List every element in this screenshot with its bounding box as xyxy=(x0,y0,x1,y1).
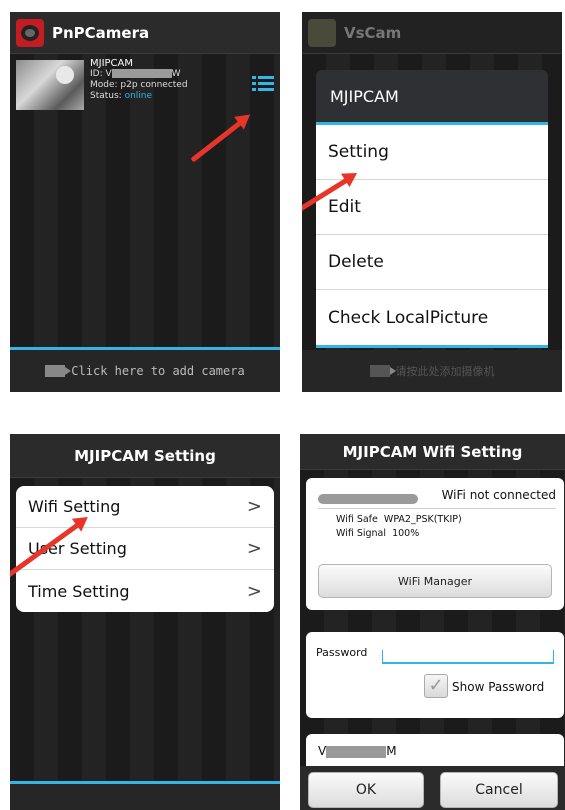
camera-menu-icon[interactable] xyxy=(252,76,274,92)
app-titlebar: PnPCamera xyxy=(10,12,280,54)
app-title: PnPCamera xyxy=(52,23,150,42)
show-password-label: Show Password xyxy=(452,680,545,694)
camera-name: MJIPCAM xyxy=(90,58,134,69)
context-menu: MJIPCAM Setting Edit Delete Check LocalP… xyxy=(316,70,548,348)
panel-settings: MJIPCAM Setting Wifi Setting > User Sett… xyxy=(10,434,280,810)
wifi-safe-row: Wifi Safe WPA2_PSK(TKIP) xyxy=(336,514,462,525)
password-input[interactable] xyxy=(382,650,554,664)
app-logo-icon xyxy=(16,18,44,47)
show-password-checkbox[interactable]: ✓ xyxy=(424,674,448,698)
menu-title: MJIPCAM xyxy=(316,70,548,122)
chevron-right-icon: > xyxy=(246,580,262,602)
wifi-status-card: WiFi not connected Wifi Safe WPA2_PSK(TK… xyxy=(306,478,564,610)
panel-camera-list: PnPCamera MJIPCAM ID: VW Mode: p2p conne… xyxy=(10,12,280,392)
panel-camera-menu: VsCam MJIPCAM Setting Edit Delete Check … xyxy=(302,12,562,392)
wifi-titlebar: MJIPCAM Wifi Setting xyxy=(300,434,565,470)
wifi-manager-button[interactable]: WiFi Manager xyxy=(318,564,552,598)
dialog-button-bar: OK Cancel xyxy=(300,766,565,810)
password-label: Password xyxy=(316,646,368,659)
settings-item-wifi[interactable]: Wifi Setting > xyxy=(16,486,274,528)
panel-wifi-setting: MJIPCAM Wifi Setting WiFi not connected … xyxy=(300,434,565,810)
camera-add-icon xyxy=(45,365,72,377)
camera-id: ID: VW xyxy=(90,69,181,79)
camera-status: Status: online xyxy=(90,91,153,101)
wifi-status-text: WiFi not connected xyxy=(441,488,556,502)
settings-item-user[interactable]: User Setting > xyxy=(16,528,274,570)
page-title: MJIPCAM Setting xyxy=(74,446,216,465)
app-titlebar: VsCam xyxy=(302,12,562,54)
app-title: VsCam xyxy=(344,23,402,42)
password-card: Password ✓ Show Password xyxy=(306,632,564,718)
cancel-button[interactable]: Cancel xyxy=(440,772,558,808)
camera-mode: Mode: p2p connected xyxy=(90,80,188,90)
settings-item-label: Wifi Setting xyxy=(28,497,121,516)
settings-item-label: Time Setting xyxy=(28,581,130,601)
settings-list: Wifi Setting > User Setting > Time Setti… xyxy=(16,486,274,612)
chevron-right-icon: > xyxy=(246,496,262,517)
menu-item-edit[interactable]: Edit xyxy=(316,180,548,235)
ssid-redacted xyxy=(318,493,418,504)
wifi-signal-row: Wifi Signal 100% xyxy=(336,528,420,539)
camera-thumbnail xyxy=(16,60,84,110)
menu-item-delete[interactable]: Delete xyxy=(316,235,548,290)
camera-list-item[interactable]: MJIPCAM ID: VW Mode: p2p connected Statu… xyxy=(10,56,280,114)
ok-button[interactable]: OK xyxy=(308,772,424,808)
camera-add-icon xyxy=(369,365,396,377)
menu-item-check-local-picture[interactable]: Check LocalPicture xyxy=(316,290,548,345)
page-title: MJIPCAM Wifi Setting xyxy=(342,442,523,461)
ssid-value: VM xyxy=(318,744,397,758)
settings-titlebar: MJIPCAM Setting xyxy=(10,434,280,478)
ssid-card: VM xyxy=(306,734,564,766)
add-camera-bar: 请按此处添加摄像机 xyxy=(302,350,562,392)
chevron-right-icon: > xyxy=(246,538,262,559)
add-camera-button[interactable]: Click here to add camera xyxy=(10,350,280,392)
settings-item-time[interactable]: Time Setting > xyxy=(16,570,274,612)
app-logo-icon xyxy=(308,18,336,47)
wifi-ssid-row: WiFi not connected xyxy=(318,488,556,504)
